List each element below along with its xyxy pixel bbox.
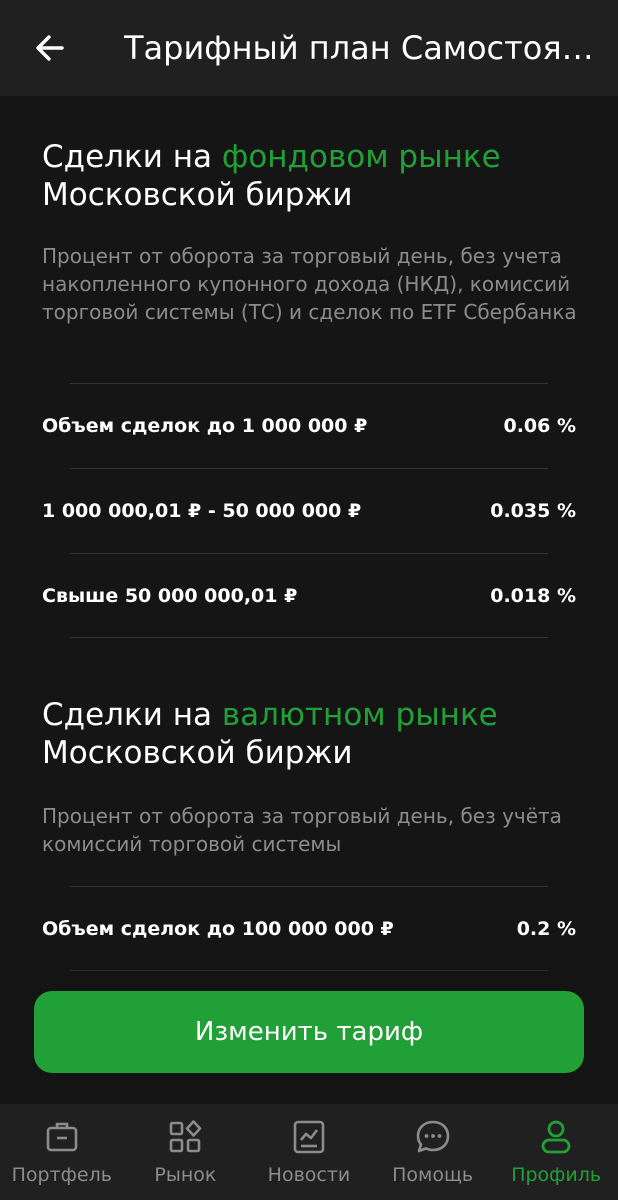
tariff-row: Свыше 50 000 000,01 ₽ 0.018 % xyxy=(42,576,576,616)
bottom-navigation: Портфель Рынок Новости Помощь Профиль xyxy=(0,1104,618,1200)
stock-section-description: Процент от оборота за торговый день, без… xyxy=(42,244,577,324)
nav-item-help[interactable]: Помощь xyxy=(371,1104,495,1200)
change-tariff-button[interactable]: Изменить тариф xyxy=(34,991,584,1073)
back-button[interactable] xyxy=(30,28,70,68)
page-title: Тарифный план Самостоят... xyxy=(124,29,604,67)
divider xyxy=(70,383,548,384)
fx-section-description: Процент от оборота за торговый день, без… xyxy=(42,804,562,856)
fx-title-accent: валютном рынке xyxy=(221,697,498,733)
nav-item-label: Помощь xyxy=(392,1164,474,1186)
nav-item-news[interactable]: Новости xyxy=(247,1104,371,1200)
tariff-row-label: Объем сделок до 1 000 000 ₽ xyxy=(42,415,368,437)
nav-item-market[interactable]: Рынок xyxy=(124,1104,248,1200)
stock-title-prefix: Сделки на xyxy=(42,139,222,175)
tariff-row-label: Объем сделок до 100 000 000 ₽ xyxy=(42,918,394,940)
nav-item-profile[interactable]: Профиль xyxy=(494,1104,618,1200)
tariff-row-value: 0.2 % xyxy=(516,918,576,940)
tariff-row: Объем сделок до 1 000 000 ₽ 0.06 % xyxy=(42,406,576,446)
tariff-row-value: 0.018 % xyxy=(490,585,576,607)
divider xyxy=(70,637,548,638)
stock-title-line2: Московской биржи xyxy=(42,177,353,213)
tariff-row-label: Свыше 50 000 000,01 ₽ xyxy=(42,585,298,607)
news-chart-icon xyxy=(293,1120,325,1154)
tariff-content[interactable]: Сделки на фондовом рынке Московской биржи… xyxy=(0,96,618,1104)
tariff-row-value: 0.06 % xyxy=(503,415,576,437)
market-grid-icon xyxy=(170,1120,202,1153)
chat-bubble-icon xyxy=(416,1120,449,1153)
divider xyxy=(70,553,548,554)
tariff-row-label: 1 000 000,01 ₽ - 50 000 000 ₽ xyxy=(42,500,362,522)
divider xyxy=(70,970,548,971)
fx-title-line2: Московской биржи xyxy=(42,735,353,771)
arrow-left-icon xyxy=(36,35,64,61)
nav-item-label: Портфель xyxy=(11,1164,112,1186)
briefcase-icon xyxy=(46,1122,78,1152)
stock-title-accent: фондовом рынке xyxy=(221,139,501,175)
tariff-row: 1 000 000,01 ₽ - 50 000 000 ₽ 0.035 % xyxy=(42,491,576,531)
nav-item-label: Новости xyxy=(267,1164,351,1186)
tariff-row-value: 0.035 % xyxy=(490,500,576,522)
divider xyxy=(70,886,548,887)
divider xyxy=(70,468,548,469)
top-app-bar: Тарифный план Самостоят... xyxy=(0,0,618,96)
nav-item-portfolio[interactable]: Портфель xyxy=(0,1104,124,1200)
nav-item-label: Профиль xyxy=(511,1164,602,1186)
fx-section-title: Сделки на валютном рынке Московской биржи xyxy=(42,696,602,772)
profile-icon xyxy=(541,1120,571,1154)
fx-title-prefix: Сделки на xyxy=(42,697,222,733)
stock-section-title: Сделки на фондовом рынке Московской биржи xyxy=(42,138,602,214)
nav-item-label: Рынок xyxy=(154,1164,217,1186)
tariff-row: Объем сделок до 100 000 000 ₽ 0.2 % xyxy=(42,909,576,949)
